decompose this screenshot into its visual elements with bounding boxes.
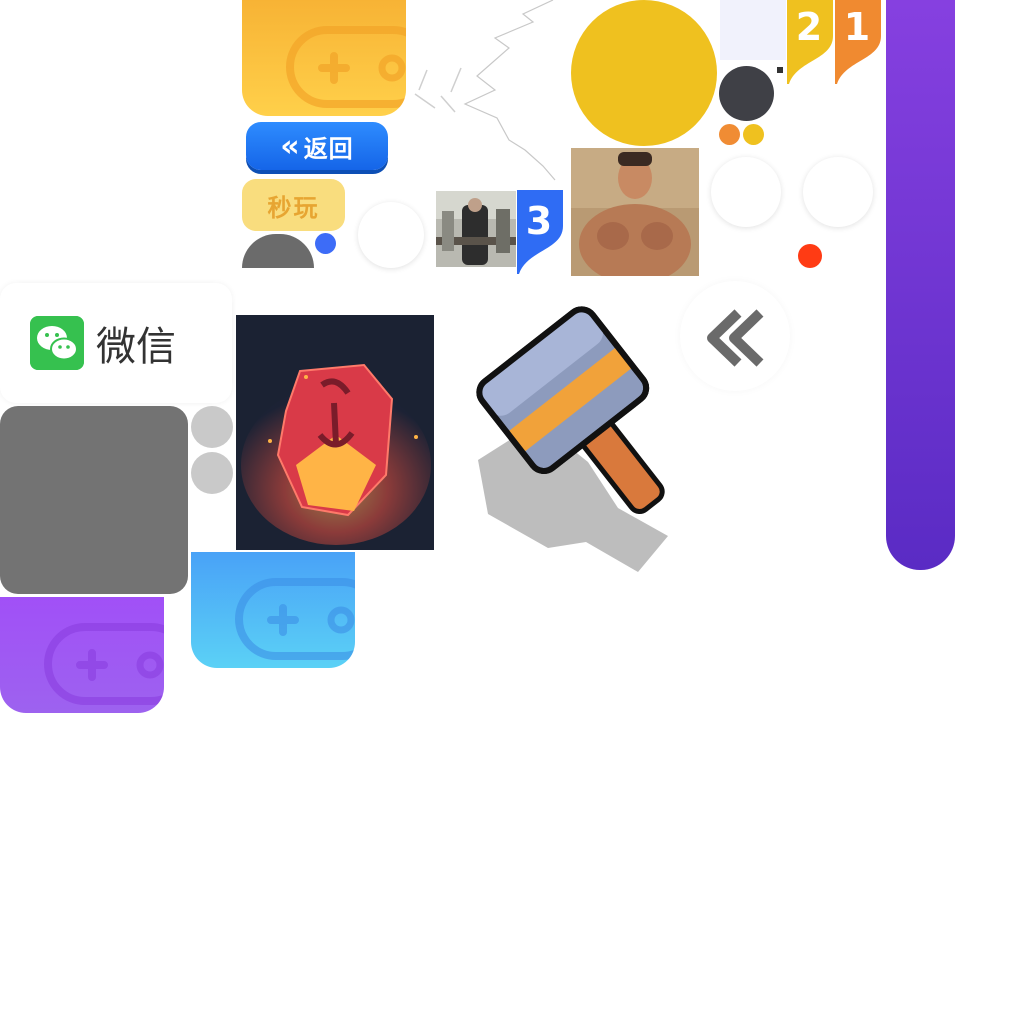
white-circle-button[interactable] [711, 157, 781, 227]
back-button[interactable]: « 返回 [246, 122, 388, 170]
double-chevron-left-icon: « [280, 128, 300, 164]
rank-number: 2 [796, 5, 822, 49]
rank-badge-3: 3 [517, 190, 563, 274]
double-chevron-left-icon [707, 309, 764, 367]
gray-half-circle [242, 234, 314, 268]
gray-placeholder-square [0, 406, 188, 594]
side-scroll-bar[interactable] [886, 0, 955, 570]
photo-thumbnail-small[interactable] [436, 191, 516, 267]
small-black-square [777, 67, 783, 73]
avatar-photo[interactable] [571, 148, 699, 276]
hammer-icon [476, 306, 668, 572]
back-button-label: 返回 [303, 134, 354, 163]
collapse-button[interactable] [680, 281, 790, 391]
gamepad-tile-blue[interactable] [191, 552, 355, 668]
blue-dot [315, 233, 336, 254]
gamepad-tile-yellow[interactable] [242, 0, 406, 116]
red-dot [798, 244, 822, 268]
rank-badge-2: 2 [787, 0, 833, 84]
wechat-icon [30, 316, 84, 370]
dark-circle [719, 66, 774, 121]
gamepad-icon [235, 578, 355, 660]
instant-play-button[interactable]: 秒玩 [242, 179, 345, 231]
gray-dot [191, 406, 233, 448]
pale-square [720, 0, 786, 60]
gem-stone-icon [236, 315, 434, 550]
rank-badge-1: 1 [835, 0, 881, 84]
gray-dot [191, 452, 233, 494]
orange-dot [719, 124, 740, 145]
wechat-share-button[interactable]: 微信 [0, 283, 232, 403]
yellow-circle [571, 0, 717, 146]
wechat-label: 微信 [96, 324, 176, 370]
gamepad-icon [286, 26, 406, 108]
gamepad-icon [44, 623, 164, 705]
rank-number: 1 [844, 5, 870, 49]
instant-play-label: 秒玩 [267, 193, 320, 222]
decorative-zigzag [414, 0, 556, 181]
gamepad-tile-purple[interactable] [0, 597, 164, 713]
rank-number: 3 [526, 199, 552, 243]
white-circle-button[interactable] [803, 157, 873, 227]
yellow-dot [743, 124, 764, 145]
white-circle-button[interactable] [358, 202, 424, 268]
